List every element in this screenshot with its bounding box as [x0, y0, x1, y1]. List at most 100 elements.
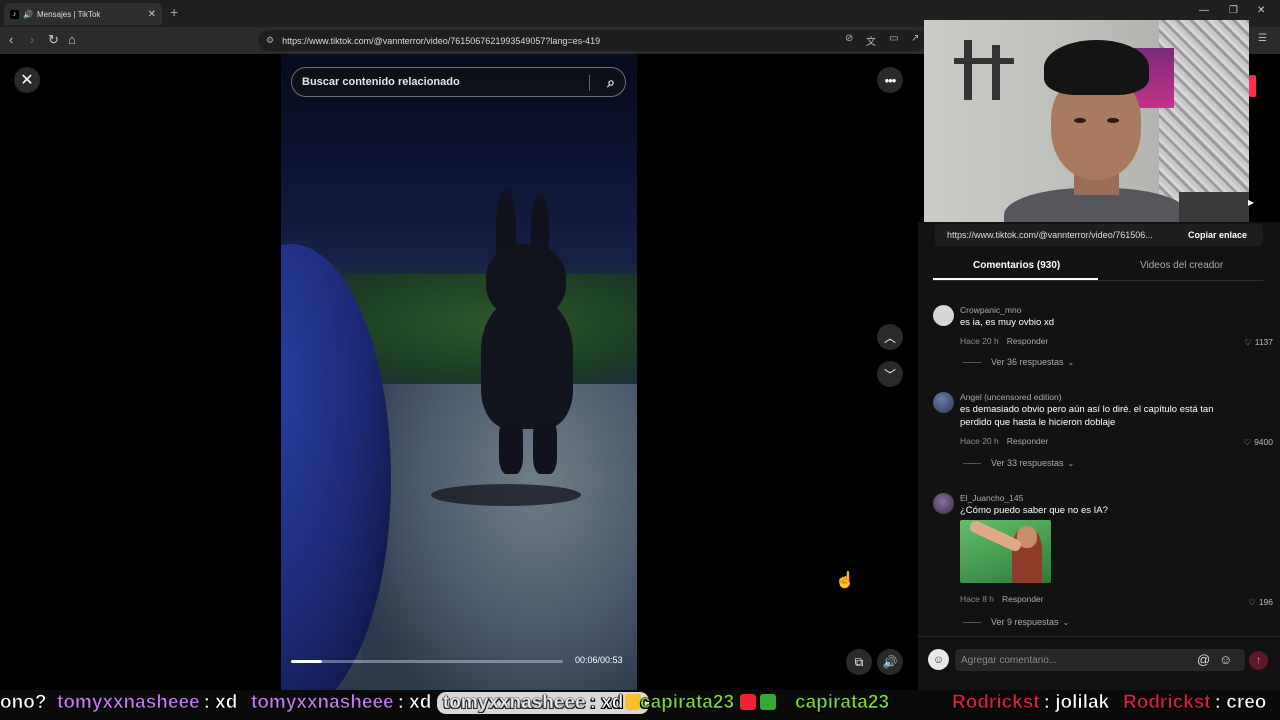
avatar[interactable] — [933, 305, 954, 326]
more-options-button[interactable]: ••• — [877, 67, 903, 93]
comment-gif-image[interactable] — [960, 520, 1051, 583]
comment-likes[interactable]: ♡ 1137 — [1244, 337, 1273, 348]
chat-username: tomyxxnasheee — [443, 692, 586, 714]
comment-text: es ia, es muy ovbio xd — [960, 317, 1054, 328]
reply-button[interactable]: Responder — [1002, 594, 1044, 604]
chat-username: capirata23 — [640, 692, 735, 714]
forward-icon[interactable]: › — [30, 32, 34, 48]
my-avatar: ☺ — [928, 649, 949, 670]
stream-chat-ticker: ono? tomyxxnasheee: xd tomyxxnasheee: xd… — [0, 690, 1280, 720]
view-replies-label: Ver 33 respuestas — [991, 458, 1064, 468]
screen: ♪ 🔊 Mensajes | TikTok ✕ + — ❐ ✕ ‹ › ↻ ⌂ … — [0, 0, 1280, 720]
comment-item: Crowpanic_mno es ia, es muy ovbio xd Hac… — [933, 305, 1273, 375]
send-comment-button[interactable]: ↑ — [1249, 651, 1268, 670]
chat-text: : xd — [589, 692, 624, 714]
chat-message: ono? — [0, 692, 50, 714]
reply-button[interactable]: Responder — [1007, 436, 1049, 446]
comment-meta: Hace 8 h Responder — [960, 594, 1044, 604]
new-tab-button[interactable]: + — [170, 4, 178, 20]
related-search-placeholder: Buscar contenido relacionado — [302, 76, 460, 88]
chat-message: Rodrickst: jolilak — [952, 692, 1110, 714]
comment-username[interactable]: Angel (uncensored edition) — [960, 392, 1062, 402]
chevron-down-icon: ⌄ — [1067, 357, 1075, 367]
volume-button[interactable]: 🔊 — [877, 649, 903, 675]
maximize-icon[interactable]: ❐ — [1229, 5, 1238, 16]
chevron-down-icon: ⌄ — [1062, 617, 1070, 627]
minimize-icon[interactable]: — — [1199, 5, 1209, 16]
chat-text: : creo — [1214, 692, 1267, 714]
translate-icon[interactable]: 文 — [866, 33, 876, 48]
heart-icon: ♡ — [1248, 597, 1256, 607]
browser-tab[interactable]: ♪ 🔊 Mensajes | TikTok ✕ — [4, 3, 162, 25]
share-url: https://www.tiktok.com/@vannterror/video… — [947, 230, 1153, 240]
reload-icon[interactable]: ↻ — [48, 32, 59, 48]
chat-badge-icon — [760, 694, 777, 710]
video-progress-bar[interactable] — [291, 660, 563, 663]
video-progress-fill — [291, 660, 322, 663]
site-info-icon[interactable]: ⚙ — [266, 35, 274, 46]
url-field[interactable]: ⚙ https://www.tiktok.com/@vannterror/vid… — [258, 30, 926, 51]
comment-item: El_Juancho_145 ¿Cómo puedo saber que no … — [933, 493, 1273, 633]
emoji-icon[interactable]: ☺ — [1219, 652, 1232, 667]
view-replies-button[interactable]: Ver 33 respuestas ⌄ — [963, 458, 1074, 468]
chat-username: Rodrickst — [952, 692, 1040, 714]
panel-arrow-icon[interactable]: ▸ — [1248, 195, 1254, 209]
avatar[interactable] — [933, 493, 954, 514]
search-divider — [589, 75, 590, 91]
floating-player-button[interactable]: ⧉ — [846, 649, 872, 675]
chat-username: ono? — [0, 692, 47, 714]
url-text: https://www.tiktok.com/@vannterror/video… — [282, 35, 601, 46]
tab-divider — [933, 280, 1263, 281]
chat-badge-icon — [740, 694, 757, 710]
view-replies-label: Ver 9 respuestas — [991, 617, 1059, 627]
sidebar-icon[interactable]: ▭ — [889, 33, 898, 44]
chat-text: : xd — [203, 692, 238, 714]
chat-text: : jolilak — [1043, 692, 1110, 714]
view-replies-button[interactable]: Ver 36 respuestas ⌄ — [963, 357, 1074, 367]
hand-cursor-icon: ☝ — [835, 572, 855, 589]
avatar[interactable] — [933, 392, 954, 413]
like-count: 1137 — [1254, 337, 1273, 347]
comment-text: ¿Cómo puedo saber que no es IA? — [960, 505, 1108, 516]
heart-icon: ♡ — [1244, 337, 1252, 347]
window-close-icon[interactable]: ✕ — [1257, 5, 1265, 16]
video-player[interactable] — [281, 54, 637, 690]
back-icon[interactable]: ‹ — [9, 32, 13, 48]
browser-menu-icon[interactable]: ☰ — [1258, 33, 1267, 44]
video-time: 00:06/00:53 — [575, 655, 623, 665]
video-scene-shadow — [431, 484, 581, 506]
comment-username[interactable]: Crowpanic_mno — [960, 305, 1021, 315]
tab-title: Mensajes | TikTok — [36, 9, 101, 19]
close-tab-icon[interactable]: ✕ — [148, 9, 156, 20]
like-count: 196 — [1258, 597, 1273, 607]
reply-button[interactable]: Responder — [1007, 336, 1049, 346]
tab-comments[interactable]: Comentarios (930) — [973, 260, 1060, 271]
mention-icon[interactable]: @ — [1197, 652, 1210, 667]
search-icon[interactable]: ⌕ — [607, 74, 615, 91]
chat-username: tomyxxnasheee — [251, 692, 394, 714]
next-video-button[interactable]: ﹀ — [877, 361, 903, 387]
chat-text: : xd — [397, 692, 432, 714]
comment-likes[interactable]: ♡ 196 — [1248, 597, 1273, 608]
tab-creator-videos[interactable]: Videos del creador — [1140, 260, 1223, 271]
webcam-overlay — [924, 20, 1249, 222]
no-tracking-icon[interactable]: ⊘ — [845, 33, 853, 44]
related-search-box[interactable]: Buscar contenido relacionado ⌕ — [291, 67, 626, 97]
home-icon[interactable]: ⌂ — [68, 32, 76, 48]
chat-username: tomyxxnasheee — [57, 692, 200, 714]
previous-video-button[interactable]: ︿ — [877, 324, 903, 350]
view-replies-label: Ver 36 respuestas — [991, 357, 1064, 367]
tiktok-favicon-icon: ♪ — [10, 9, 19, 19]
comment-username[interactable]: El_Juancho_145 — [960, 493, 1023, 503]
video-scene-silhouette — [471, 189, 581, 479]
comment-likes[interactable]: ♡ 9400 — [1243, 437, 1273, 448]
share-icon[interactable]: ↗ — [911, 33, 919, 44]
copy-link-button[interactable]: Copiar enlace — [1188, 230, 1263, 240]
close-video-button[interactable]: ✕ — [14, 67, 40, 93]
comment-time: Hace 20 h — [960, 336, 999, 346]
chat-message: Rodrickst: creo — [1123, 692, 1267, 714]
view-replies-button[interactable]: Ver 9 respuestas ⌄ — [963, 617, 1069, 627]
chat-message: capirata23 — [640, 692, 778, 714]
chevron-down-icon: ⌄ — [1067, 458, 1075, 468]
notification-indicator — [1249, 75, 1256, 97]
